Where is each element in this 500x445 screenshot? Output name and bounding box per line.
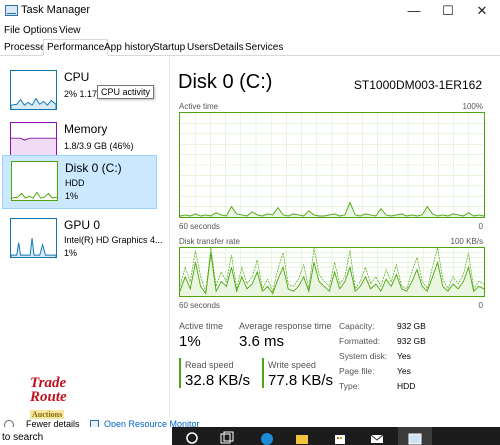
sidebar-cpu-usage: 2% 1.17 xyxy=(64,89,98,99)
transfer-rate-graph-label: Disk transfer rate xyxy=(179,237,240,246)
fewer-details-chevron-icon[interactable] xyxy=(4,420,14,427)
system-disk-value: Yes xyxy=(397,351,411,361)
fewer-details-link[interactable]: Fewer details xyxy=(26,419,80,427)
disk-graph-icon xyxy=(11,161,58,201)
menu-view[interactable]: View xyxy=(59,25,81,36)
window-title: Task Manager xyxy=(21,4,91,16)
windows-taskbar: to search xyxy=(0,427,500,445)
capacity-value: 932 GB xyxy=(397,321,426,331)
read-speed-label: Read speed xyxy=(185,360,234,370)
task-manager-taskbar-icon xyxy=(408,433,422,445)
page-file-label: Page file: xyxy=(339,366,375,376)
disk-model: ST1000DM003-1ER162 xyxy=(353,78,482,92)
minimize-button[interactable]: — xyxy=(400,2,428,20)
tab-details[interactable]: Details xyxy=(213,42,244,53)
system-disk-label: System disk: xyxy=(339,351,388,361)
active-time-graph-min: 0 xyxy=(478,222,483,231)
sidebar-gpu-label: GPU 0 xyxy=(64,218,101,232)
type-label: Type: xyxy=(339,381,360,391)
gpu-graph-icon xyxy=(10,218,57,258)
menu-options[interactable]: Options xyxy=(23,25,57,36)
taskbar-active-app[interactable] xyxy=(398,427,432,445)
tab-app-history[interactable]: App history xyxy=(104,42,154,53)
formatted-label: Formatted: xyxy=(339,336,381,346)
active-time-graph-max: 100% xyxy=(462,102,483,111)
tab-users[interactable]: Users xyxy=(187,42,213,53)
edge-icon[interactable] xyxy=(260,431,274,445)
taskbar-search-box[interactable]: to search xyxy=(0,427,172,445)
read-speed-value: 32.8 KB/s xyxy=(185,372,251,389)
file-explorer-icon[interactable] xyxy=(295,431,309,445)
active-time-label: Active time xyxy=(179,321,224,331)
sidebar-disk-type: HDD xyxy=(65,178,85,188)
close-button[interactable]: ✕ xyxy=(468,2,496,20)
sidebar-item-disk0[interactable]: Disk 0 (C:) HDD 1% xyxy=(2,155,157,209)
taskbar-apps xyxy=(172,427,500,445)
menu-bar: File Options View xyxy=(0,22,500,39)
maximize-button[interactable]: ☐ xyxy=(434,2,462,20)
resource-monitor-icon xyxy=(90,420,99,427)
capacity-label: Capacity: xyxy=(339,321,375,331)
tab-performance[interactable]: Performance xyxy=(43,39,109,56)
sidebar-gpu-usage: 1% xyxy=(64,248,78,258)
active-time-xlabel: 60 seconds xyxy=(179,222,220,231)
tab-services[interactable]: Services xyxy=(245,42,283,53)
sidebar-memory-label: Memory xyxy=(64,122,108,136)
sidebar-disk-label: Disk 0 (C:) xyxy=(65,161,122,175)
tab-startup[interactable]: Startup xyxy=(153,42,185,53)
sidebar-item-gpu0[interactable]: GPU 0 Intel(R) HD Graphics 4... 1% xyxy=(2,213,163,267)
title-bar[interactable]: Task Manager — ☐ ✕ xyxy=(0,0,500,22)
task-view-icon[interactable] xyxy=(220,431,234,445)
transfer-rate-xlabel: 60 seconds xyxy=(179,301,220,310)
sidebar-memory-usage: 1.8/3.9 GB (46%) xyxy=(64,141,134,151)
active-time-graph-label: Active time xyxy=(179,102,219,111)
page-file-value: Yes xyxy=(397,366,411,376)
formatted-value: 932 GB xyxy=(397,336,426,346)
store-icon[interactable] xyxy=(333,431,347,445)
transfer-rate-graph-min: 0 xyxy=(478,301,483,310)
transfer-rate-graph xyxy=(179,247,485,297)
footer-bar: Fewer details Open Resource Monitor xyxy=(0,418,500,427)
write-speed-value: 77.8 KB/s xyxy=(268,372,334,389)
page-title: Disk 0 (C:) xyxy=(178,71,273,93)
avg-response-label: Average response time xyxy=(239,321,332,331)
read-speed-divider xyxy=(179,358,181,388)
type-value: HDD xyxy=(397,381,416,391)
active-time-graph xyxy=(179,112,485,218)
performance-sidebar: CPU 2% 1.17 Memory 1.8/3.9 GB (46%) Disk… xyxy=(0,57,170,417)
avg-response-value: 3.6 ms xyxy=(239,333,285,350)
sidebar-disk-usage: 1% xyxy=(65,191,79,201)
taskbar-search-text: to search xyxy=(2,432,44,443)
cortana-icon[interactable] xyxy=(185,431,199,445)
active-time-value: 1% xyxy=(179,333,201,350)
sidebar-gpu-model: Intel(R) HD Graphics 4... xyxy=(64,235,163,245)
trade-route-watermark-logo: Trade Route Auctions xyxy=(30,376,80,422)
cpu-graph-icon xyxy=(10,70,57,110)
mail-icon[interactable] xyxy=(370,431,384,445)
task-manager-icon xyxy=(5,5,18,16)
write-speed-divider xyxy=(262,358,264,388)
open-resource-monitor-link[interactable]: Open Resource Monitor xyxy=(104,419,200,427)
cpu-activity-tooltip: CPU activity xyxy=(97,85,155,99)
sidebar-cpu-label: CPU xyxy=(64,70,90,84)
tab-bar: Processes Performance App history Startu… xyxy=(0,39,500,56)
menu-file[interactable]: File xyxy=(4,25,20,36)
write-speed-label: Write speed xyxy=(268,360,316,370)
watermark-line2: Route xyxy=(30,389,67,405)
watermark-line1: Trade xyxy=(30,375,67,391)
transfer-rate-graph-max: 100 KB/s xyxy=(450,237,483,246)
